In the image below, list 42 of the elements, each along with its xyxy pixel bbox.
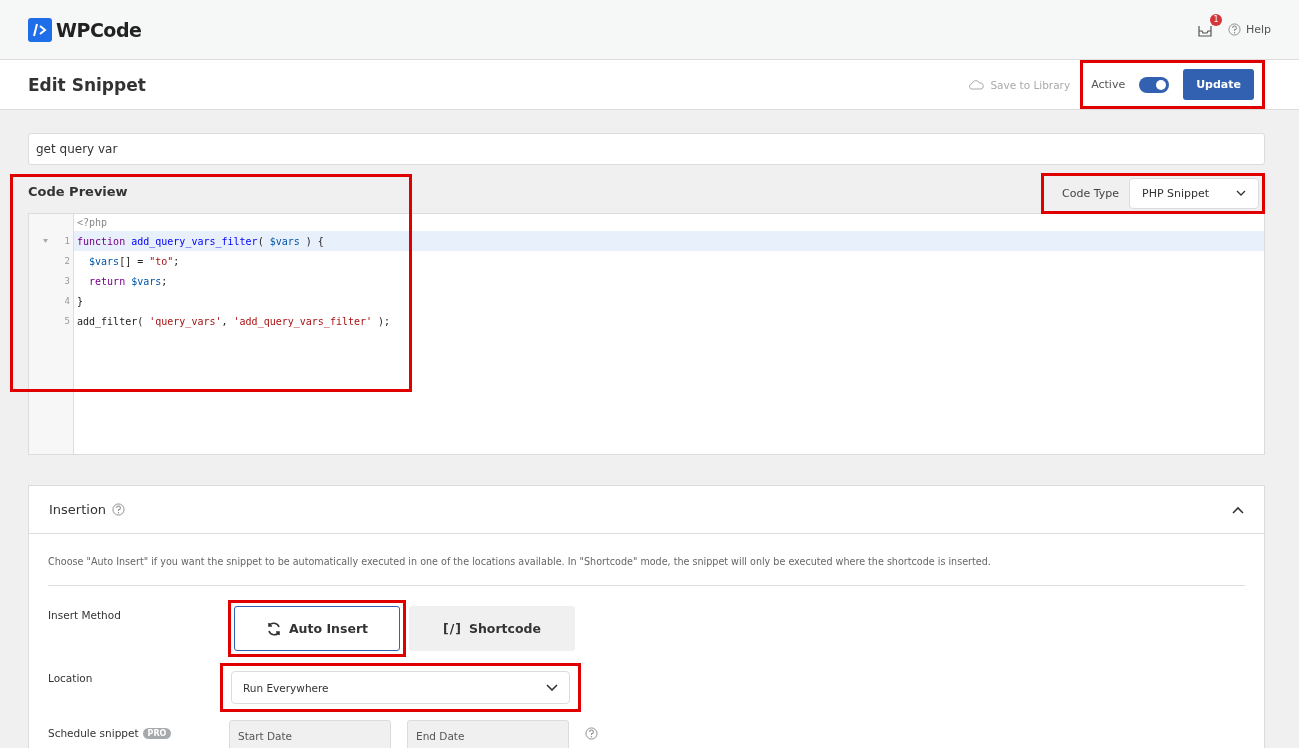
code-preview-title: Code Preview [28, 184, 128, 199]
pro-badge: PRO [142, 727, 172, 739]
active-toggle[interactable] [1139, 76, 1170, 93]
code-type-select[interactable]: PHP Snippet [1129, 177, 1259, 209]
page-title: Edit Snippet [28, 74, 146, 95]
insert-method-option[interactable]: Auto Insert [234, 606, 400, 651]
update-button[interactable]: Update [1183, 69, 1254, 100]
insertion-title: Insertion [49, 502, 107, 517]
active-label: Active [1091, 78, 1126, 91]
chevron-icon[interactable] [1232, 505, 1244, 514]
line-number: 1 [64, 236, 70, 246]
code-line: $vars[] = "to"; [88, 255, 180, 267]
code-type-label: Code Type [1062, 186, 1119, 200]
insert-method-label: Insert Method [48, 608, 122, 621]
code-editor[interactable]: 1 2 3 4 5 <?php function add_query_vars_filter( $vars ) { $vars[] = "to"; return $vars; } add_filter( 'query_vars', 'add_query_vars_filter' ); [28, 213, 1265, 455]
notification-count: 1 [1209, 13, 1222, 26]
code-line: function add_query_vars_filter( $vars ) { [77, 235, 324, 247]
insert-method-option[interactable]: [/] Shortcode [409, 606, 575, 651]
help-link[interactable]: Help [1227, 23, 1271, 36]
code-line: add_filter( 'query_vars', 'add_query_vars_filter' ); [77, 315, 391, 327]
snippet-title-field[interactable]: get query var [28, 133, 1265, 165]
location-select[interactable]: Run Everywhere [231, 671, 570, 704]
cloud-icon [968, 79, 985, 90]
chevron-down-icon [1236, 190, 1246, 196]
code-line: <?php [77, 217, 108, 228]
line-number: 3 [64, 276, 70, 286]
code-line: return $vars; [88, 275, 168, 287]
line-number: 4 [64, 296, 70, 306]
insertion-description: Choose "Auto Insert" if you want the snippet to be automatically executed in one of the locations available. In "Shortcode" mode, the snippet will only be executed where the shortcode is inserted. [48, 534, 1245, 586]
help-icon[interactable] [585, 726, 598, 740]
location-label: Location [48, 671, 94, 684]
chevron-down-icon [546, 684, 558, 691]
logo-text: WPCode [56, 18, 142, 41]
line-number: 2 [64, 256, 70, 266]
code-line: } [77, 295, 84, 307]
help-icon[interactable] [1227, 23, 1241, 36]
logo-icon [28, 17, 52, 42]
line-number: 5 [64, 316, 70, 326]
schedule-snippet-label: Schedule snippet [48, 727, 139, 739]
help-icon[interactable] [112, 503, 126, 516]
refresh-icon [265, 620, 282, 637]
fold-icon[interactable] [43, 239, 48, 243]
